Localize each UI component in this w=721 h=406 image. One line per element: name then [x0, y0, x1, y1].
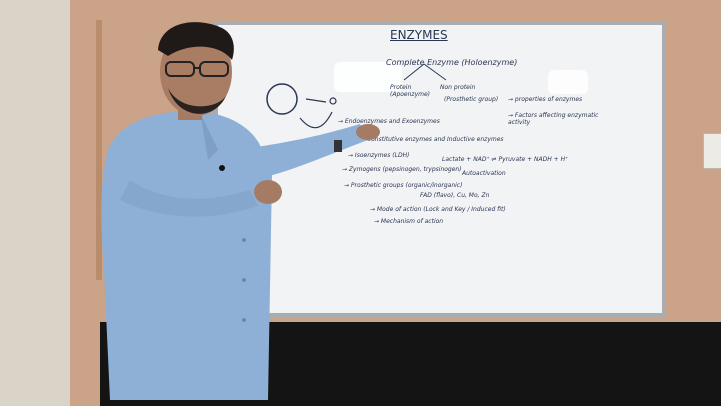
presenter [101, 22, 380, 401]
lecture-scene: ENZYMES Complete Enzyme (Holoenzyme) Pro… [0, 0, 721, 406]
